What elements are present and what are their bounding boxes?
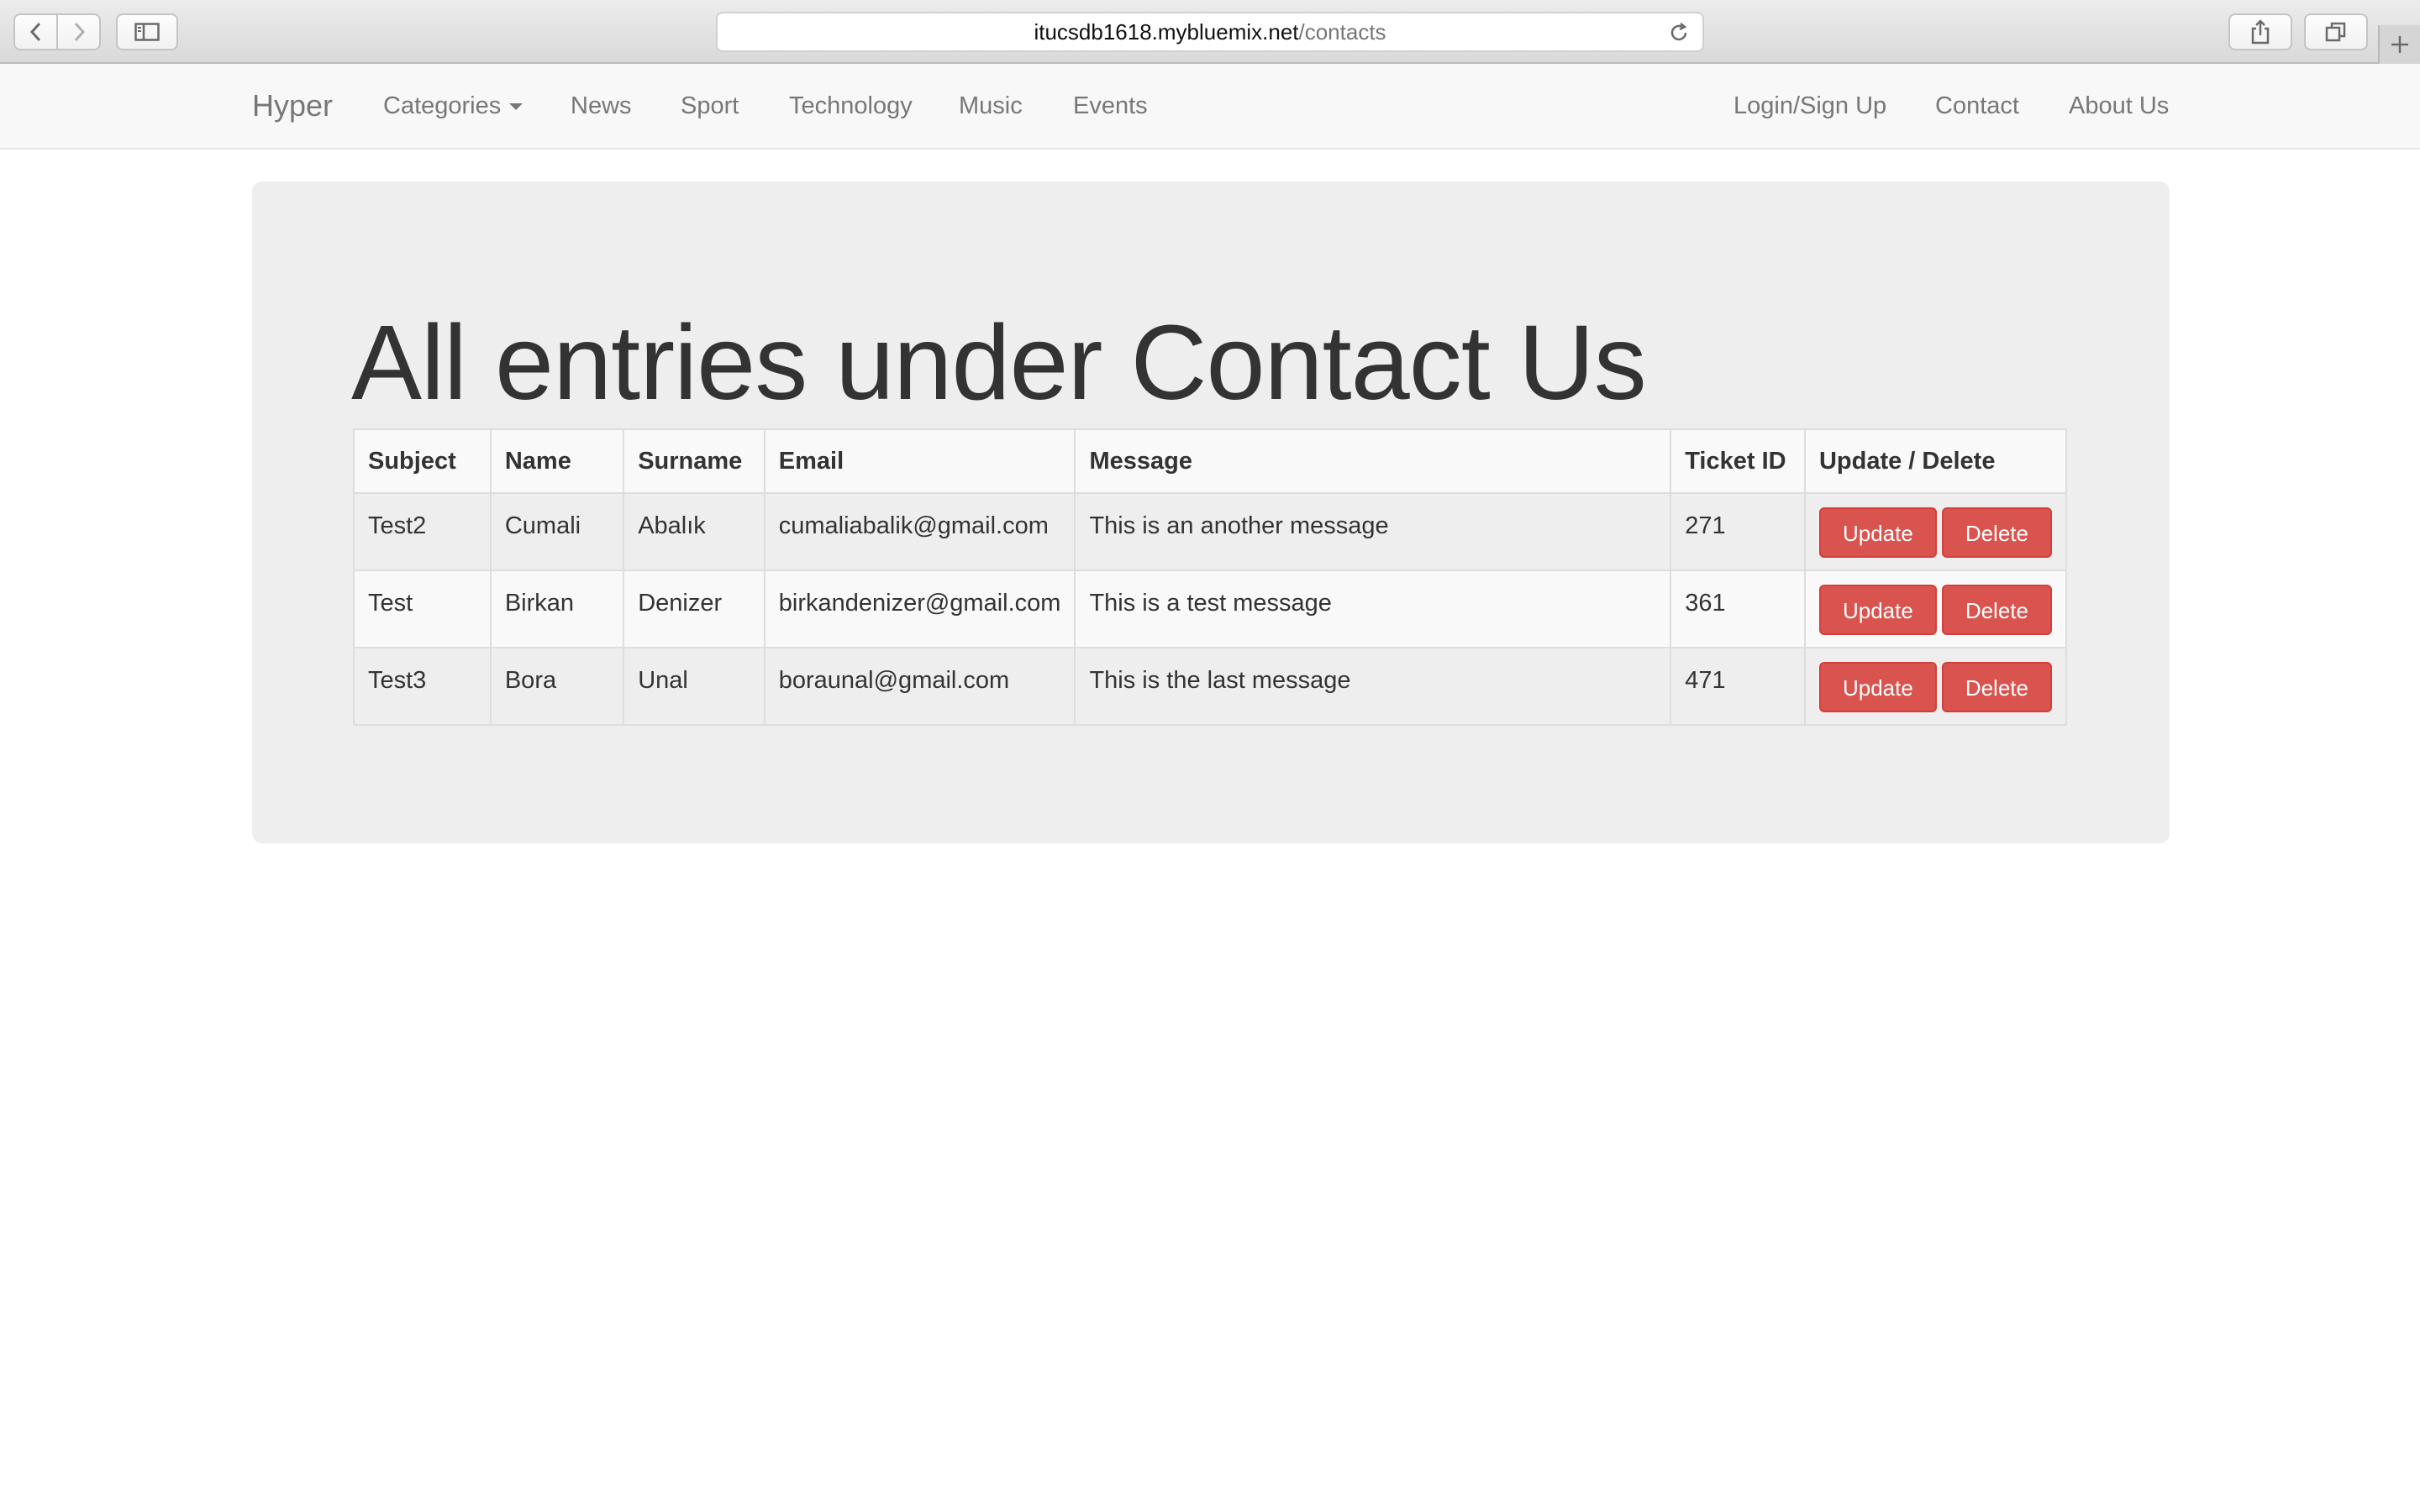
cell-actions: Update Delete [1803,647,2068,726]
tabs-button[interactable] [2304,13,2368,50]
page-title: All entries under Contact Us [351,303,1647,422]
url-path: /contacts [1298,18,1386,45]
cell-email: birkandenizer@gmail.com [763,570,1076,648]
cell-message: This is an another message [1074,492,1672,571]
url-host: itucsdb1618.mybluemix.net [1034,18,1299,45]
cell-subject: Test3 [353,647,492,726]
history-nav [13,13,101,50]
contacts-table: Subject Name Surname Email Message Ticke… [353,428,2068,726]
cell-email: boraunal@gmail.com [763,647,1076,726]
new-tab-button[interactable] [2378,25,2420,64]
share-icon [2251,19,2270,45]
back-icon [29,22,40,42]
tabs-icon [2325,22,2346,42]
cell-subject: Test [353,570,492,648]
nav-categories-dropdown[interactable]: Categories [383,64,523,148]
column-header-subject: Subject [353,428,492,494]
delete-button[interactable]: Delete [1941,507,2052,558]
nav-technology[interactable]: Technology [789,64,913,148]
cell-surname: Abalık [623,492,765,571]
cell-subject: Test2 [353,492,492,571]
cell-name: Birkan [489,570,625,648]
column-header-update-delete: Update / Delete [1803,428,2068,494]
update-button[interactable]: Update [1818,585,1937,635]
browser-toolbar: itucsdb1618.mybluemix.net/contacts [0,0,2420,64]
address-bar[interactable]: itucsdb1618.mybluemix.net/contacts [716,12,1704,52]
jumbotron: All entries under Contact Us Subject Nam… [252,181,2170,843]
table-row: Test2 Cumali Abalık cumaliabalik@gmail.c… [353,492,2068,571]
cell-email: cumaliabalik@gmail.com [763,492,1076,571]
cell-name: Bora [489,647,625,726]
forward-button[interactable] [58,15,99,49]
column-header-surname: Surname [623,428,765,494]
forward-icon [74,22,85,42]
column-header-name: Name [489,428,625,494]
cell-ticket-id: 471 [1670,647,1806,726]
nav-categories-label: Categories [383,92,502,119]
delete-button[interactable]: Delete [1941,662,2052,712]
nav-music[interactable]: Music [959,64,1023,148]
cell-actions: Update Delete [1803,492,2068,571]
brand-link[interactable]: Hyper [252,64,333,148]
nav-contact[interactable]: Contact [1935,64,2019,148]
cell-ticket-id: 361 [1670,570,1806,648]
cell-surname: Unal [623,647,765,726]
table-header-row: Subject Name Surname Email Message Ticke… [353,428,2068,494]
caret-down-icon [509,103,523,111]
sidebar-icon [134,23,160,41]
column-header-message: Message [1074,428,1672,494]
nav-events[interactable]: Events [1073,64,1148,148]
reload-icon [1670,23,1687,41]
cell-ticket-id: 271 [1670,492,1806,571]
reload-button[interactable] [1667,21,1691,50]
nav-login-signup[interactable]: Login/Sign Up [1733,64,1886,148]
update-button[interactable]: Update [1818,662,1937,712]
delete-button[interactable]: Delete [1941,585,2052,635]
share-button[interactable] [2228,13,2292,50]
cell-message: This is the last message [1074,647,1672,726]
table-row: Test Birkan Denizer birkandenizer@gmail.… [353,570,2068,648]
nav-news[interactable]: News [571,64,632,148]
update-button[interactable]: Update [1818,507,1937,558]
cell-message: This is a test message [1074,570,1672,648]
column-header-ticket-id: Ticket ID [1670,428,1806,494]
table-row: Test3 Bora Unal boraunal@gmail.com This … [353,647,2068,726]
cell-name: Cumali [489,492,625,571]
cell-surname: Denizer [623,570,765,648]
sidebar-button[interactable] [116,13,178,50]
new-tab-icon [2391,36,2408,53]
back-button[interactable] [15,15,58,49]
nav-sport[interactable]: Sport [681,64,739,148]
cell-actions: Update Delete [1803,570,2068,648]
column-header-email: Email [763,428,1076,494]
nav-about-us[interactable]: About Us [2069,64,2169,148]
site-navbar: Hyper Categories News Sport Technology M… [0,64,2420,150]
